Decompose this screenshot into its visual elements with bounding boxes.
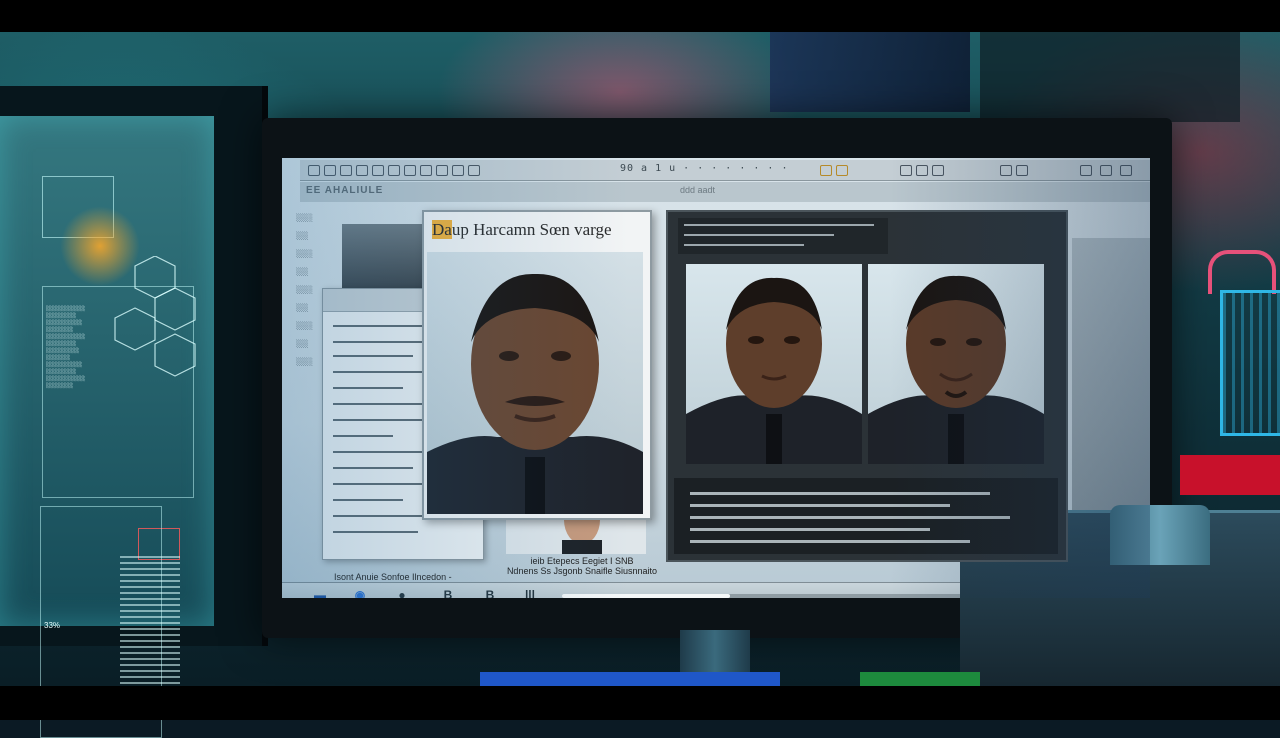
toolbar-icon[interactable] <box>1016 165 1028 176</box>
comparison-photo-left[interactable] <box>686 264 862 464</box>
toolbar-icon[interactable] <box>820 165 832 176</box>
red-object <box>1180 455 1280 495</box>
hologram-data-lines: ░░░░░░░░░░░░░ ░░░░░░░░░░ ░░░░░░░░░░░░ ░░░░… <box>46 306 86 389</box>
background-thumbnail[interactable] <box>342 224 422 288</box>
photo-title-rest: up Harcamn Sœn varge <box>451 220 612 239</box>
blue-floor-light <box>480 672 780 686</box>
toolbar-icon[interactable] <box>1080 165 1092 176</box>
toolbar-icon[interactable] <box>836 165 848 176</box>
toolbar-icon[interactable] <box>1100 165 1112 176</box>
data-row <box>690 528 930 531</box>
toolbar-icon[interactable] <box>324 165 336 176</box>
sidebar-line: ░░░ <box>296 340 309 348</box>
photo-caption: ieib Etepecs Eegiet I SNB Ndnens Ss Jsgo… <box>482 556 682 576</box>
photo-caption-line2: Ndnens Ss Jsgonb Snaifle Siusnnaito <box>506 566 658 576</box>
data-row <box>690 492 990 495</box>
sidebar-line: ░░░░ <box>296 286 313 294</box>
toolbar-icon[interactable] <box>420 165 432 176</box>
sidebar-line: ░░░ <box>296 232 309 240</box>
portrait-photo[interactable] <box>427 252 643 514</box>
header-line <box>684 224 874 226</box>
background-shelf-dark <box>980 32 1240 122</box>
toolbar-text: 90 a 1 u · · · · · · · · <box>620 163 789 174</box>
main-screen: 90 a 1 u · · · · · · · · EE AHALIULE ddd… <box>282 158 1150 598</box>
comparison-photo-right[interactable] <box>868 264 1044 464</box>
top-toolbar: 90 a 1 u · · · · · · · · <box>300 160 1150 181</box>
toolbar-icon[interactable] <box>1000 165 1012 176</box>
cart-basket <box>1220 290 1280 436</box>
toolbar-icon[interactable] <box>452 165 464 176</box>
progress-track[interactable] <box>562 594 962 598</box>
letterbox-bottom <box>0 686 1280 720</box>
hologram-screen: ░░░░░░░░░░░░░ ░░░░░░░░░░ ░░░░░░░░░░░░ ░░░░… <box>0 116 214 738</box>
document-line <box>333 451 433 453</box>
taskbar-window-icon[interactable]: ▬ <box>312 587 328 598</box>
machine-knob <box>1110 505 1210 565</box>
sidebar-line: ░░░ <box>296 268 309 276</box>
sidebar-line: ░░░░ <box>296 322 313 330</box>
sidebar-line: ░░░░ <box>296 214 313 222</box>
comparison-window[interactable] <box>666 210 1068 562</box>
toolbar-icon[interactable] <box>932 165 944 176</box>
comparison-face-right <box>868 275 1044 464</box>
document-line <box>333 355 413 357</box>
secondary-bar-text: ddd aadt <box>680 185 716 195</box>
taskbar-app-icon[interactable]: ◉ <box>352 587 368 598</box>
bottom-caption: Isont Anuie Sonfoe Ilncedon - <box>334 572 452 582</box>
document-line <box>333 325 423 327</box>
taskbar-b-icon[interactable]: B <box>440 587 456 598</box>
secondary-bar-label: EE AHALIULE <box>306 185 384 196</box>
photo-window[interactable]: Daup Harcamn Sœn varge <box>422 210 652 520</box>
document-line <box>333 467 413 469</box>
hologram-percent: 33% <box>44 621 61 630</box>
progress-fill <box>562 594 730 598</box>
document-line <box>333 371 433 373</box>
taskbar-circle-icon[interactable]: ● <box>394 587 410 598</box>
taskbar-grid-icon[interactable]: ||| <box>518 587 542 598</box>
comparison-header <box>678 218 888 254</box>
document-line <box>333 499 403 501</box>
toolbar-icon[interactable] <box>468 165 480 176</box>
document-line <box>333 419 423 421</box>
cart-handle <box>1208 250 1276 294</box>
sidebar-line: ░░░░ <box>296 250 313 258</box>
toolbar-icon[interactable] <box>372 165 384 176</box>
toolbar-icon[interactable] <box>404 165 416 176</box>
hologram-monitor: ░░░░░░░░░░░░░ ░░░░░░░░░░ ░░░░░░░░░░░░ ░░░░… <box>0 86 268 738</box>
toolbar-icon[interactable] <box>388 165 400 176</box>
photo-caption-line1: ieib Etepecs Eegiet I SNB <box>530 556 634 566</box>
document-line <box>333 435 393 437</box>
toolbar-icon[interactable] <box>900 165 912 176</box>
data-row <box>690 516 1010 519</box>
comparison-face-left <box>686 277 862 464</box>
document-line <box>333 515 428 517</box>
taskbar-b2-icon[interactable]: B <box>482 587 498 598</box>
toolbar-icon[interactable] <box>916 165 928 176</box>
comparison-data-panel <box>674 478 1058 554</box>
document-line <box>333 387 403 389</box>
photo-title-highlight: Da <box>432 220 452 239</box>
header-line <box>684 234 834 236</box>
secondary-bar: EE AHALIULE ddd aadt <box>300 182 1150 202</box>
header-line <box>684 244 804 246</box>
background-shelf <box>770 32 970 112</box>
toolbar-icon[interactable] <box>308 165 320 176</box>
shopping-cart-prop <box>1200 250 1280 460</box>
hologram-bar-graph <box>120 556 180 706</box>
background-figure-image <box>1072 238 1150 518</box>
toolbar-icon[interactable] <box>1120 165 1132 176</box>
letterbox-top <box>0 0 1280 32</box>
toolbar-icon[interactable] <box>436 165 448 176</box>
green-floor-light <box>860 672 980 686</box>
data-row <box>690 504 950 507</box>
document-line <box>333 531 418 533</box>
portrait-face <box>427 273 643 514</box>
sidebar-line: ░░░ <box>296 304 309 312</box>
toolbar-icon[interactable] <box>340 165 352 176</box>
sidebar-line: ░░░░ <box>296 358 313 366</box>
photo-window-title: Daup Harcamn Sœn varge <box>432 220 612 240</box>
data-row <box>690 540 970 543</box>
toolbar-icon[interactable] <box>356 165 368 176</box>
